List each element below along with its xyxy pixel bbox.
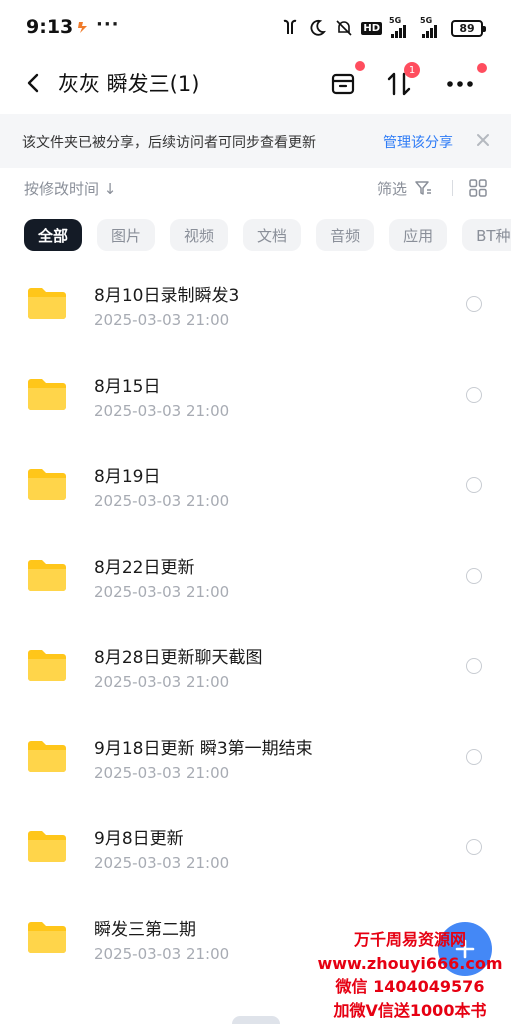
transfer-count-badge: 1	[404, 62, 420, 78]
archive-box-icon	[331, 73, 355, 95]
folder-icon	[28, 378, 66, 410]
share-banner-text: 该文件夹已被分享，后续访问者可同步查看更新	[22, 135, 316, 151]
select-radio[interactable]	[466, 658, 482, 674]
watermark-line: www.zhouyi666.com	[317, 953, 503, 973]
folder-icon	[28, 288, 66, 319]
list-item[interactable]: 8月19日 2025-03-03 21:00	[0, 439, 511, 530]
file-name: 8月22日更新	[94, 557, 195, 578]
file-name: 9月18日更新 瞬3第一期结束	[94, 738, 313, 759]
file-name: 8月28日更新聊天截图	[94, 648, 263, 668]
signal-icon-2: 5G	[420, 16, 444, 38]
file-date: 2025-03-03 21:00	[94, 944, 230, 963]
title-bar: 灰灰 瞬发三(1) 1	[0, 56, 511, 112]
folder-icon	[28, 831, 66, 862]
file-date: 2025-03-03 21:00	[94, 311, 230, 329]
mute-bell-icon	[334, 18, 354, 38]
battery-icon: 89	[451, 19, 486, 37]
file-date: 2025-03-03 21:00	[94, 763, 230, 782]
folder-icon	[28, 740, 66, 772]
list-item[interactable]: 8月28日更新聊天截图 2025-03-03 21:00	[0, 620, 511, 711]
tab-apps[interactable]: 应用	[389, 219, 448, 251]
bottom-sheet-handle[interactable]	[232, 1016, 280, 1024]
tab-audio[interactable]: 音频	[316, 219, 375, 251]
sort-by-modified-button[interactable]: 按修改时间 ↓	[24, 178, 116, 199]
notification-dot	[477, 63, 487, 73]
archive-button[interactable]	[323, 61, 365, 104]
list-item[interactable]: 9月8日更新 2025-03-03 21:00	[0, 801, 511, 892]
file-date: 2025-03-03 21:00	[94, 401, 230, 420]
select-radio[interactable]	[466, 386, 482, 403]
grid-view-icon[interactable]	[468, 178, 488, 198]
status-bar: 9:13 ··· HD 5G 5G 89	[0, 0, 511, 56]
folder-icon	[28, 469, 66, 500]
select-radio[interactable]	[466, 296, 482, 312]
select-radio[interactable]	[466, 477, 482, 493]
folder-icon	[28, 559, 66, 591]
file-date: 2025-03-03 21:00	[94, 582, 230, 601]
file-date: 2025-03-03 21:00	[94, 492, 230, 510]
file-name: 瞬发三第二期	[94, 919, 196, 940]
file-name: 8月19日	[94, 467, 161, 487]
watermark-line: 微信 1404049576	[335, 977, 485, 996]
sort-bar: 按修改时间 ↓ 筛选	[0, 168, 511, 208]
moon-icon	[307, 18, 327, 38]
folder-icon	[28, 650, 66, 681]
watermark-line: 加微V信送1000本书	[333, 1000, 487, 1020]
tab-bt[interactable]: BT种	[462, 219, 511, 251]
signal-icon: 5G	[389, 16, 413, 38]
transfer-list-button[interactable]: 1	[379, 62, 420, 104]
divider	[452, 180, 453, 196]
filter-button[interactable]: 筛选	[377, 178, 407, 199]
file-date: 2025-03-03 21:00	[94, 673, 230, 691]
list-item[interactable]: 8月22日更新 2025-03-03 21:00	[0, 530, 511, 621]
hd-voice-badge: HD	[361, 21, 382, 35]
folder-icon	[28, 921, 66, 953]
tab-videos[interactable]: 视频	[170, 219, 229, 251]
earbuds-icon	[280, 18, 300, 38]
status-icons: HD 5G 5G 89	[280, 16, 486, 39]
select-radio[interactable]	[466, 839, 482, 855]
list-item[interactable]: 9月18日更新 瞬3第一期结束 2025-03-03 21:00	[0, 711, 511, 802]
list-item[interactable]: 8月10日录制瞬发3 2025-03-03 21:00	[0, 258, 511, 349]
tab-all[interactable]: 全部	[24, 219, 83, 251]
file-name: 8月10日录制瞬发3	[94, 286, 240, 306]
filter-icon[interactable]	[414, 179, 432, 197]
more-dots-icon	[447, 81, 473, 87]
status-more-icon: ···	[96, 14, 120, 35]
file-type-tabs: 全部 图片 视频 文档 音频 应用 BT种	[24, 219, 511, 251]
tab-documents[interactable]: 文档	[243, 219, 302, 251]
file-name: 9月8日更新	[94, 829, 184, 849]
watermark-line: 万千周易资源网	[353, 930, 466, 949]
watermark: 万千周易资源网 www.zhouyi666.com 微信 1404049576 …	[312, 928, 508, 1022]
app-notification-icon	[78, 22, 87, 33]
file-name: 8月15日	[94, 376, 161, 397]
back-button[interactable]	[18, 68, 48, 98]
more-options-button[interactable]	[440, 63, 487, 104]
tab-images[interactable]: 图片	[97, 219, 156, 251]
file-date: 2025-03-03 21:00	[94, 854, 230, 872]
manage-share-link[interactable]: 管理该分享	[383, 132, 453, 152]
select-radio[interactable]	[466, 567, 482, 584]
file-list: 8月10日录制瞬发3 2025-03-03 21:00 8月15日 2025-0…	[0, 258, 511, 982]
status-time: 9:13	[26, 16, 74, 38]
share-banner: 该文件夹已被分享，后续访问者可同步查看更新 管理该分享	[0, 114, 511, 168]
select-radio[interactable]	[466, 748, 482, 765]
page-title: 灰灰 瞬发三(1)	[58, 72, 200, 96]
notification-dot	[355, 61, 365, 71]
chevron-left-icon	[27, 73, 39, 93]
close-icon[interactable]	[474, 131, 492, 149]
list-item[interactable]: 8月15日 2025-03-03 21:00	[0, 349, 511, 440]
